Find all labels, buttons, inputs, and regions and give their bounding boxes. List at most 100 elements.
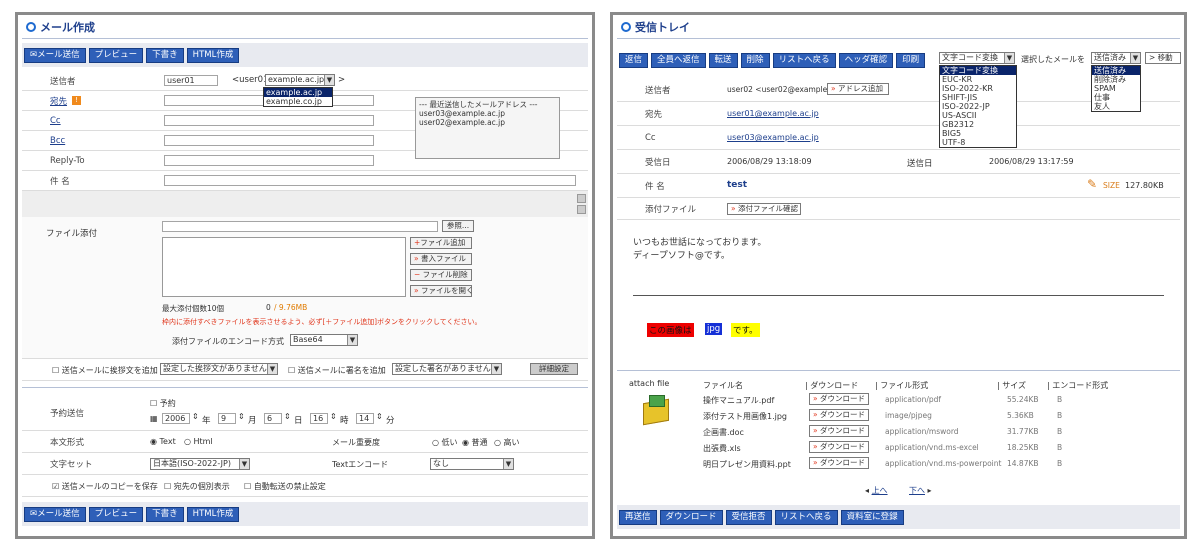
replyto-field[interactable]	[164, 155, 374, 166]
charset-option[interactable]: 文字コード変換	[940, 66, 1016, 75]
file-name[interactable]: 出張費.xls	[703, 443, 741, 454]
no-forward-checkbox[interactable]: ☐ 自動転送の禁止設定	[244, 481, 326, 492]
folder-option[interactable]: 送信済み	[1092, 66, 1140, 75]
charset-option[interactable]: EUC-KR	[940, 75, 1016, 84]
folder-option[interactable]: 友人	[1092, 102, 1140, 111]
browse-button[interactable]: 参照...	[442, 220, 474, 232]
format-html-radio[interactable]: ○ Html	[184, 437, 213, 446]
reply-all-button[interactable]: 全員へ返信	[651, 52, 706, 68]
header-check-button[interactable]: ヘッダ確認	[838, 52, 894, 68]
html-create-button[interactable]: HTML作成	[186, 47, 240, 63]
folder-option[interactable]: 仕事	[1092, 93, 1140, 102]
register-archive-button[interactable]: 資料室に登録	[840, 509, 904, 525]
attach-path-field[interactable]	[162, 221, 438, 232]
scroll-down-icon[interactable]	[577, 205, 586, 214]
priority-low-radio[interactable]: ○ 低い	[432, 437, 458, 448]
delete-button[interactable]: 削除	[740, 52, 770, 68]
reply-button[interactable]: 返信	[619, 52, 649, 68]
print-button[interactable]: 印刷	[896, 52, 926, 68]
attach-list-box[interactable]	[162, 237, 406, 297]
hour-field[interactable]: 16	[310, 413, 328, 424]
priority-normal-radio[interactable]: ◉ 普通	[462, 437, 488, 448]
attach-check-button[interactable]: » 添付ファイル確認	[727, 203, 801, 215]
preview-button[interactable]: プレビュー	[88, 506, 144, 522]
charset-option[interactable]: SHIFT-JIS	[940, 93, 1016, 102]
individual-display-checkbox[interactable]: ☐ 宛先の個別表示	[164, 481, 230, 492]
write-file-button[interactable]: » 書入ファイル	[410, 253, 472, 265]
sign-select[interactable]: 設定した署名がありません。 ▼	[392, 363, 502, 375]
download-file-button[interactable]: » ダウンロード	[809, 393, 869, 405]
prev-link[interactable]: ◂ 上へ	[865, 485, 888, 496]
preview-button[interactable]: プレビュー	[88, 47, 144, 63]
charset-option[interactable]: ISO-2022-JP	[940, 102, 1016, 111]
schedule-checkbox[interactable]: ☐ 予約	[150, 398, 176, 409]
year-field[interactable]: 2006	[162, 413, 190, 424]
stepper-icon[interactable]: ⇕	[376, 412, 383, 421]
stepper-icon[interactable]: ⇕	[238, 412, 245, 421]
download-file-button[interactable]: » ダウンロード	[809, 425, 869, 437]
add-address-button[interactable]: » アドレス追加	[827, 83, 889, 95]
stepper-icon[interactable]: ⇕	[192, 412, 199, 421]
domain-select[interactable]: example.ac.jp ▼	[265, 74, 335, 86]
domain-option[interactable]: example.ac.jp	[264, 88, 332, 97]
cc-value[interactable]: user03@example.ac.jp	[727, 133, 819, 142]
scroll-up-icon[interactable]	[577, 194, 586, 203]
charset-option[interactable]: BIG5	[940, 129, 1016, 138]
cc-label[interactable]: Cc	[50, 116, 61, 126]
back-to-list-button[interactable]: リストへ戻る	[772, 52, 836, 68]
file-name[interactable]: 操作マニュアル.pdf	[703, 395, 774, 406]
send-button[interactable]: ✉メール送信	[24, 47, 86, 63]
delete-file-button[interactable]: − ファイル削除	[410, 269, 472, 281]
folder-option[interactable]: 削除済み	[1092, 75, 1140, 84]
calendar-icon[interactable]: ▦	[150, 414, 158, 423]
stepper-icon[interactable]: ⇕	[330, 412, 337, 421]
file-name[interactable]: 企画書.doc	[703, 427, 744, 438]
priority-high-radio[interactable]: ○ 高い	[494, 437, 520, 448]
greet-checkbox[interactable]: ☐ 送信メールに挨拶文を追加	[52, 365, 158, 376]
bcc-label[interactable]: Bcc	[50, 136, 65, 146]
download-file-button[interactable]: » ダウンロード	[809, 409, 869, 421]
charset-option[interactable]: ISO-2022-KR	[940, 84, 1016, 93]
file-name[interactable]: 添付テスト用画像1.jpg	[703, 411, 787, 422]
editor-area[interactable]	[22, 191, 588, 217]
next-link[interactable]: 下へ ▸	[909, 485, 932, 496]
cc-field[interactable]	[164, 115, 374, 126]
folder-option[interactable]: SPAM	[1092, 84, 1140, 93]
charset-select[interactable]: 日本語(ISO-2022-JP) ▼	[150, 458, 250, 470]
html-create-button[interactable]: HTML作成	[186, 506, 240, 522]
download-file-button[interactable]: » ダウンロード	[809, 441, 869, 453]
sign-checkbox[interactable]: ☐ 送信メールに署名を追加	[288, 365, 386, 376]
to-value[interactable]: user01@example.ac.jp	[727, 109, 819, 118]
charset-dropdown[interactable]: 文字コード変換 EUC-KR ISO-2022-KR SHIFT-JIS ISO-202…	[939, 65, 1017, 148]
month-field[interactable]: 9	[218, 413, 236, 424]
block-sender-button[interactable]: 受信拒否	[725, 509, 772, 525]
move-button[interactable]: > 移動	[1145, 52, 1181, 64]
format-text-radio[interactable]: ◉ Text	[150, 437, 176, 446]
open-file-button[interactable]: » ファイルを開く	[410, 285, 473, 297]
move-folder-dropdown[interactable]: 送信済み 削除済み SPAM 仕事 友人	[1091, 65, 1141, 112]
back-to-list-button[interactable]: リストへ戻る	[774, 509, 838, 525]
resend-button[interactable]: 再送信	[619, 509, 657, 525]
recent-address[interactable]: user02@example.ac.jp	[419, 118, 556, 127]
draft-button[interactable]: 下書き	[146, 47, 184, 63]
recent-addresses-box[interactable]: --- 最近送信したメールアドレス --- user03@example.ac.…	[415, 97, 560, 159]
domain-dropdown[interactable]: example.ac.jp example.co.jp	[263, 87, 333, 107]
download-file-button[interactable]: » ダウンロード	[809, 457, 869, 469]
domain-option[interactable]: example.co.jp	[264, 97, 332, 106]
move-folder-select[interactable]: 送信済み ▼	[1091, 52, 1141, 64]
subject-field[interactable]	[164, 175, 576, 186]
detail-settings-button[interactable]: 詳細設定	[530, 363, 578, 375]
charset-option[interactable]: GB2312	[940, 120, 1016, 129]
encode-select[interactable]: Base64 ▼	[290, 334, 358, 346]
minute-field[interactable]: 14	[356, 413, 374, 424]
download-button[interactable]: ダウンロード	[659, 509, 723, 525]
file-name[interactable]: 明日プレゼン用資料.ppt	[703, 459, 791, 470]
from-user-field[interactable]: user01	[164, 75, 218, 86]
save-copy-checkbox[interactable]: ☑ 送信メールのコピーを保存	[52, 481, 158, 492]
forward-button[interactable]: 転送	[708, 52, 738, 68]
draft-button[interactable]: 下書き	[146, 506, 184, 522]
send-button[interactable]: ✉メール送信	[24, 506, 86, 522]
to-label[interactable]: 宛先	[50, 95, 67, 107]
day-field[interactable]: 6	[264, 413, 282, 424]
add-file-button[interactable]: +ファイル追加	[410, 237, 472, 249]
